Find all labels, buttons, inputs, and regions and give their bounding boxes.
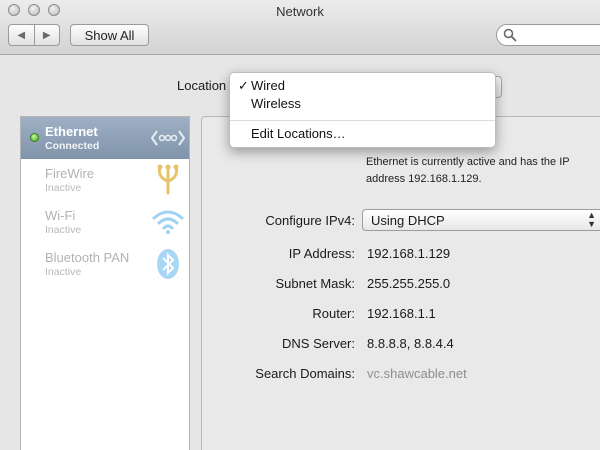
- service-status: Connected: [45, 140, 100, 152]
- menu-item-label: Wireless: [251, 96, 301, 111]
- configure-ipv4-label: Configure IPv4:: [265, 213, 355, 228]
- back-arrow-icon: ◀: [17, 29, 26, 41]
- bluetooth-icon: [157, 249, 179, 279]
- router-label: Router:: [312, 306, 355, 321]
- service-status: Inactive: [45, 224, 82, 236]
- menu-item-label: Edit Locations…: [251, 126, 346, 141]
- show-all-button[interactable]: Show All: [70, 24, 149, 46]
- router-value: 192.168.1.1: [367, 306, 436, 321]
- configure-ipv4-value: Using DHCP: [371, 213, 445, 228]
- updown-arrows-icon: ▲ ▼: [587, 210, 596, 229]
- ip-address-label: IP Address:: [288, 246, 355, 261]
- back-button[interactable]: ◀: [9, 25, 34, 45]
- search-domains-value: vc.shawcable.net: [367, 366, 467, 381]
- service-name: Ethernet: [45, 124, 98, 139]
- wifi-icon: [152, 210, 184, 234]
- subnet-mask-label: Subnet Mask:: [275, 276, 356, 291]
- forward-button[interactable]: ▶: [33, 25, 60, 45]
- dns-server-value: 8.8.8.8, 8.8.4.4: [367, 336, 454, 351]
- configure-ipv4-select[interactable]: Using DHCP ▲ ▼: [362, 209, 600, 231]
- search-icon: [503, 28, 517, 42]
- service-name: FireWire: [45, 166, 95, 181]
- menu-item-label: Wired: [251, 78, 285, 93]
- back-forward-group: ◀ ▶: [8, 24, 60, 46]
- menu-item-wireless[interactable]: Wireless: [230, 96, 495, 114]
- status-message: Ethernet is currently active and has the…: [366, 156, 570, 185]
- window-toolbar: Network ◀ ▶ Show All: [0, 0, 600, 55]
- service-item-ethernet[interactable]: Ethernet Connected: [21, 117, 189, 159]
- status-dot-connected: [30, 133, 39, 142]
- forward-arrow-icon: ▶: [42, 29, 51, 41]
- service-status: Inactive: [45, 266, 82, 278]
- window-title: Network: [276, 4, 324, 19]
- service-item-wifi[interactable]: Wi-Fi Inactive: [21, 201, 189, 243]
- service-name: Bluetooth PAN: [45, 250, 130, 265]
- location-menu: ✓ Wired Wireless Edit Locations…: [229, 72, 496, 148]
- menu-item-wired[interactable]: ✓ Wired: [230, 78, 495, 96]
- ip-address-value: 192.168.1.129: [367, 246, 451, 261]
- service-item-firewire[interactable]: FireWire Inactive: [21, 159, 189, 201]
- service-item-bluetooth-pan[interactable]: Bluetooth PAN Inactive: [21, 243, 189, 285]
- service-status: Inactive: [45, 182, 82, 194]
- location-label: Location: [177, 78, 227, 93]
- search-domains-label: Search Domains:: [255, 366, 355, 381]
- checkmark-icon: ✓: [238, 78, 249, 93]
- subnet-mask-value: 255.255.255.0: [367, 276, 451, 291]
- ethernet-icon: [151, 130, 185, 146]
- firewire-icon: [157, 164, 179, 195]
- search-field[interactable]: [496, 24, 600, 46]
- menu-separator: [230, 120, 495, 121]
- service-name: Wi-Fi: [45, 208, 76, 223]
- menu-item-edit-locations[interactable]: Edit Locations…: [230, 126, 495, 144]
- service-list[interactable]: Ethernet Connected FireWire Inactive Wi-…: [20, 116, 190, 450]
- dns-server-label: DNS Server:: [282, 336, 355, 351]
